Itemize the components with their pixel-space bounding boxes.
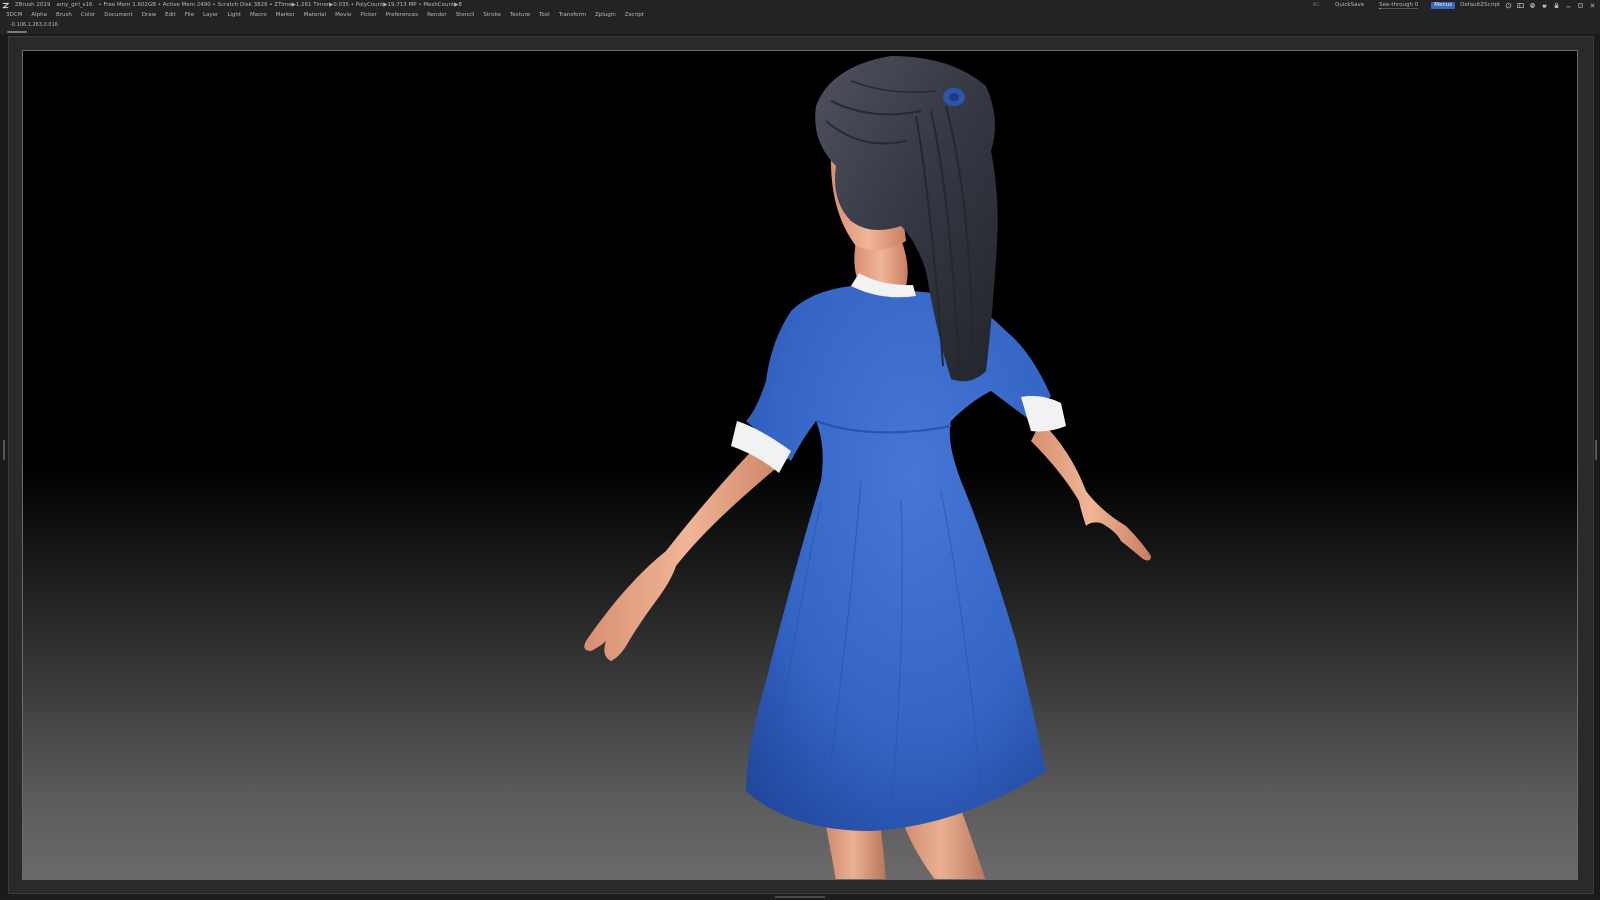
menu-preferences[interactable]: Preferences	[386, 10, 418, 20]
menu-material[interactable]: Material	[304, 10, 326, 20]
file-name: amy_girl_s16	[56, 2, 93, 8]
right-tray-handle[interactable]	[1595, 440, 1597, 460]
menu-layer[interactable]: Layer	[203, 10, 218, 20]
default-zscript-button[interactable]: DefaultZScript	[1460, 0, 1500, 10]
main-menu-bar: 3DCM Alpha Brush Color Document Draw Edit File L…	[0, 10, 1600, 20]
minimize-icon[interactable]	[1565, 2, 1572, 9]
menu-texture[interactable]: Texture	[510, 10, 530, 20]
bottom-tray-handle[interactable]	[775, 896, 825, 898]
memory-stats: • Free Mem 1.602GB • Active Mem 2490 • S…	[98, 2, 462, 8]
see-through-fill	[1379, 8, 1382, 9]
model-render[interactable]	[23, 51, 1578, 880]
ui-layout-icon[interactable]	[1517, 2, 1524, 9]
dress	[746, 286, 1051, 831]
ac-toggle[interactable]: AC	[1313, 0, 1321, 10]
tray-slider[interactable]	[7, 31, 27, 33]
see-through-track	[1379, 8, 1419, 9]
menu-document[interactable]: Document	[104, 10, 133, 20]
menu-movie[interactable]: Movie	[335, 10, 351, 20]
store-icon[interactable]	[1541, 2, 1548, 9]
menu-render[interactable]: Render	[427, 10, 447, 20]
zbrush-logo-icon	[2, 2, 9, 8]
close-icon[interactable]	[1589, 2, 1596, 9]
help-icon[interactable]: ?	[1505, 2, 1512, 9]
menus-button[interactable]: Menus	[1431, 1, 1456, 9]
menu-file[interactable]: File	[185, 10, 194, 20]
hair-tie	[943, 88, 965, 106]
see-through-slider[interactable]: See-through 0	[1377, 0, 1420, 10]
menu-transform[interactable]: Transform	[559, 10, 586, 20]
title-bar-right: AC QuickSave See-through 0 Menus Default…	[1313, 0, 1596, 10]
quicksave-button[interactable]: QuickSave	[1335, 0, 1364, 10]
title-bar-left: ZBrush 2019 amy_girl_s16 • Free Mem 1.60…	[2, 0, 462, 10]
title-bar: ZBrush 2019 amy_girl_s16 • Free Mem 1.60…	[0, 0, 1600, 10]
menu-3dcm[interactable]: 3DCM	[6, 10, 22, 20]
left-arm	[584, 431, 791, 661]
menu-light[interactable]: Light	[227, 10, 241, 20]
menu-zscript[interactable]: Zscript	[625, 10, 644, 20]
menu-draw[interactable]: Draw	[142, 10, 156, 20]
menu-marker[interactable]: Marker	[276, 10, 295, 20]
menu-alpha[interactable]: Alpha	[31, 10, 47, 20]
menu-zplugin[interactable]: Zplugin	[595, 10, 616, 20]
menu-color[interactable]: Color	[81, 10, 95, 20]
bottom-bar	[0, 894, 1600, 900]
menu-edit[interactable]: Edit	[165, 10, 176, 20]
maximize-icon[interactable]	[1577, 2, 1584, 9]
palette-icon[interactable]	[1529, 2, 1536, 9]
menu-brush[interactable]: Brush	[56, 10, 72, 20]
lock-icon[interactable]	[1553, 2, 1560, 9]
coordinate-readout: -0.106,1.263,0.016	[10, 22, 58, 28]
left-tray-handle[interactable]	[3, 440, 5, 460]
menu-stencil[interactable]: Stencil	[456, 10, 475, 20]
menu-stroke[interactable]: Stroke	[483, 10, 501, 20]
menu-tool[interactable]: Tool	[539, 10, 550, 20]
menu-macro[interactable]: Macro	[250, 10, 267, 20]
coordinate-bar: -0.106,1.263,0.016	[0, 20, 1600, 34]
app-name: ZBrush 2019	[15, 2, 51, 8]
right-arm	[1031, 421, 1151, 561]
menu-picker[interactable]: Picker	[360, 10, 376, 20]
svg-text:?: ?	[1508, 3, 1510, 7]
document-viewport[interactable]	[22, 50, 1578, 880]
